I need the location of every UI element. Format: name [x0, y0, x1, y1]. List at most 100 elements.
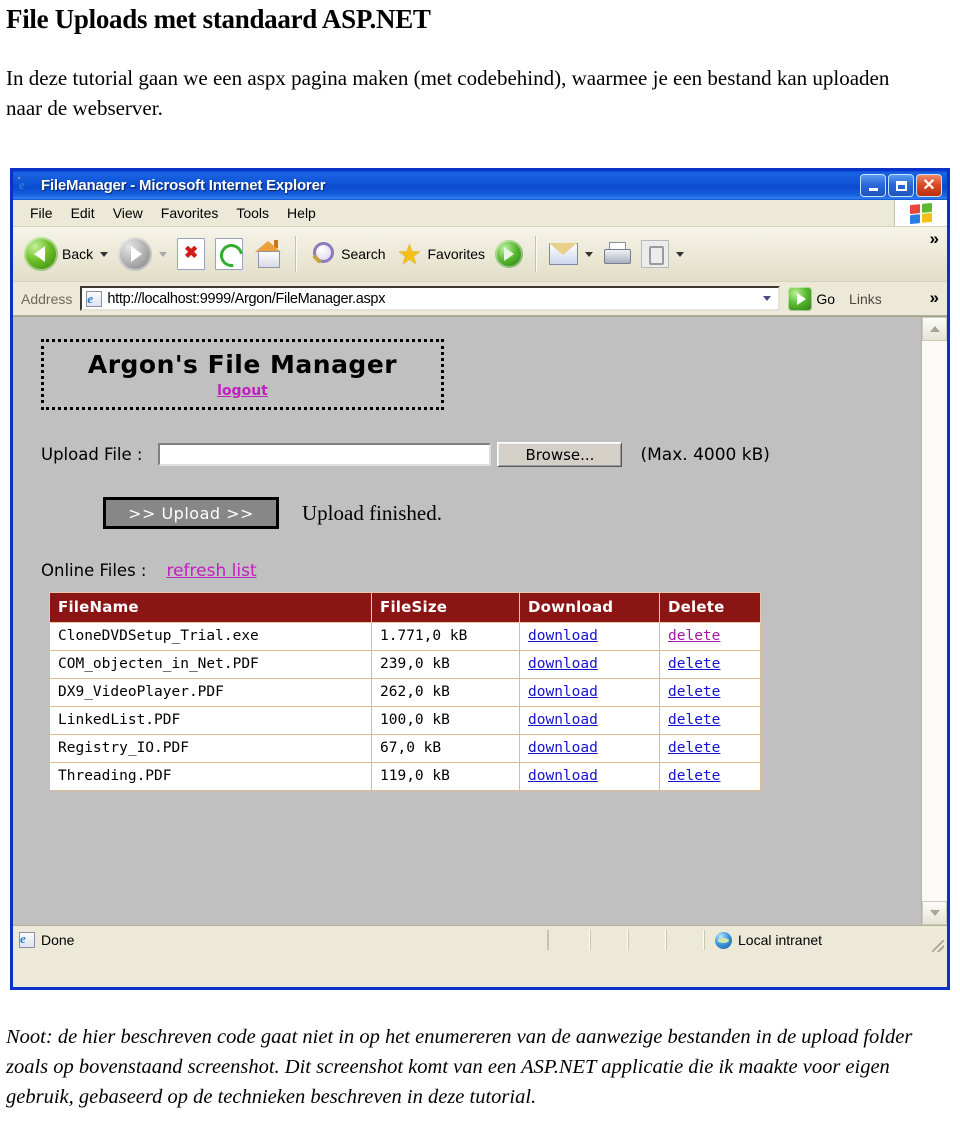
close-button[interactable]: ✕ — [916, 174, 942, 197]
scrollbar-track[interactable] — [922, 341, 947, 901]
back-button-label: Back — [62, 246, 94, 262]
scroll-up-button[interactable] — [922, 317, 947, 341]
stop-button[interactable]: ✖ — [172, 232, 210, 276]
security-zone-pane[interactable]: Local intranet — [704, 930, 947, 950]
upload-submit-button[interactable]: >> Upload >> — [103, 497, 279, 529]
delete-link[interactable]: delete — [668, 740, 720, 756]
cell-filesize: 239,0 kB — [371, 650, 520, 679]
address-input[interactable]: e http://localhost:9999/Argon/FileManage… — [80, 286, 781, 311]
cell-download: download — [519, 762, 660, 791]
download-link[interactable]: download — [528, 628, 598, 644]
print-button[interactable] — [598, 232, 636, 276]
browser-toolbar: Back ✖ Search ★ Favorites » — [13, 227, 947, 282]
minimize-button[interactable] — [860, 174, 886, 197]
status-message-pane: e Done — [13, 930, 548, 950]
edit-dropdown-icon[interactable] — [676, 251, 685, 257]
status-pane-4 — [666, 930, 704, 950]
download-link[interactable]: download — [528, 656, 598, 672]
cell-delete: delete — [659, 650, 761, 679]
address-dropdown-button[interactable] — [758, 288, 777, 309]
back-dropdown-icon[interactable] — [100, 251, 109, 257]
security-zone-text: Local intranet — [738, 932, 823, 948]
page-title: File Uploads met standaard ASP.NET — [6, 4, 431, 34]
menu-item-help[interactable]: Help — [278, 204, 325, 222]
scroll-down-button[interactable] — [922, 901, 947, 925]
cell-filesize: 262,0 kB — [371, 678, 520, 707]
page-viewport: Argon's File Manager logout Upload File … — [13, 316, 947, 925]
online-files-label: Online Files : — [41, 561, 147, 580]
media-button[interactable] — [490, 232, 528, 276]
delete-link[interactable]: delete — [668, 768, 720, 784]
cell-delete: delete — [659, 762, 761, 791]
cell-delete: delete — [659, 678, 761, 707]
menu-bar: File Edit View Favorites Tools Help — [13, 200, 947, 227]
cell-download: download — [519, 706, 660, 735]
download-link[interactable]: download — [528, 712, 598, 728]
address-bar: Address e http://localhost:9999/Argon/Fi… — [13, 282, 947, 316]
upload-status-text: Upload finished. — [302, 500, 442, 525]
download-link[interactable]: download — [528, 740, 598, 756]
edit-button[interactable] — [636, 232, 689, 276]
delete-link[interactable]: delete — [668, 628, 720, 644]
globe-icon — [715, 931, 732, 949]
online-files-row: Online Files : refresh list — [41, 561, 922, 581]
browser-window: e FileManager - Microsoft Internet Explo… — [10, 168, 950, 990]
menu-item-tools[interactable]: Tools — [227, 204, 278, 222]
back-button[interactable]: Back — [19, 232, 113, 276]
resize-grip[interactable] — [932, 940, 944, 952]
download-link[interactable]: download — [528, 684, 598, 700]
search-button[interactable]: Search — [304, 232, 390, 276]
cell-download: download — [519, 678, 660, 707]
windows-logo-button[interactable] — [894, 200, 947, 226]
chevron-down-icon — [929, 910, 940, 916]
toolbar-overflow-icon[interactable]: » — [930, 229, 939, 249]
menu-item-view[interactable]: View — [104, 204, 152, 222]
address-overflow-icon[interactable]: » — [930, 288, 939, 308]
home-button[interactable] — [248, 232, 288, 276]
intro-paragraph: In deze tutorial gaan we een aspx pagina… — [6, 66, 890, 120]
toolbar-separator-2 — [535, 236, 538, 272]
menu-item-favorites[interactable]: Favorites — [152, 204, 228, 222]
cell-filesize: 1.771,0 kB — [371, 622, 520, 651]
page-icon: e — [86, 290, 103, 307]
window-title-text: FileManager - Microsoft Internet Explore… — [41, 177, 326, 194]
vertical-scrollbar[interactable] — [921, 317, 947, 925]
favorites-button-label: Favorites — [427, 246, 486, 262]
back-arrow-icon — [24, 237, 58, 271]
home-icon — [253, 240, 283, 268]
menu-item-file[interactable]: File — [21, 204, 62, 222]
table-header-row: FileName FileSize Download Delete — [49, 592, 761, 623]
upload-file-row: Upload File : Browse... (Max. 4000 kB) — [41, 442, 922, 467]
browse-button[interactable]: Browse... — [497, 442, 623, 467]
mail-button[interactable] — [544, 232, 598, 276]
maximize-button[interactable] — [888, 174, 914, 197]
status-bar: e Done Local intranet — [13, 925, 947, 954]
forward-dropdown-icon[interactable] — [159, 251, 168, 257]
cell-filename: LinkedList.PDF — [49, 706, 372, 735]
refresh-button[interactable] — [210, 232, 248, 276]
table-row: COM_objecten_in_Net.PDF 239,0 kB downloa… — [49, 650, 761, 679]
logout-link[interactable]: logout — [217, 381, 268, 401]
status-text: Done — [41, 932, 75, 948]
delete-link[interactable]: delete — [668, 684, 720, 700]
chevron-up-icon — [929, 326, 940, 332]
forward-button[interactable] — [113, 232, 172, 276]
download-link[interactable]: download — [528, 768, 598, 784]
go-button[interactable]: Go — [788, 286, 835, 311]
file-path-input[interactable] — [158, 443, 492, 466]
cell-filename: Threading.PDF — [49, 762, 372, 791]
delete-link[interactable]: delete — [668, 656, 720, 672]
restore-icon — [895, 180, 907, 191]
window-controls: ✕ — [860, 174, 944, 197]
favorites-button[interactable]: ★ Favorites — [390, 232, 490, 276]
links-button[interactable]: Links — [849, 291, 882, 307]
refresh-icon — [215, 238, 248, 272]
table-row: CloneDVDSetup_Trial.exe 1.771,0 kB downl… — [49, 622, 761, 651]
cell-filename: CloneDVDSetup_Trial.exe — [49, 622, 372, 651]
close-icon: ✕ — [922, 176, 936, 194]
refresh-list-link[interactable]: refresh list — [166, 561, 256, 581]
cell-download: download — [519, 622, 660, 651]
mail-dropdown-icon[interactable] — [585, 251, 594, 257]
delete-link[interactable]: delete — [668, 712, 720, 728]
menu-item-edit[interactable]: Edit — [62, 204, 104, 222]
